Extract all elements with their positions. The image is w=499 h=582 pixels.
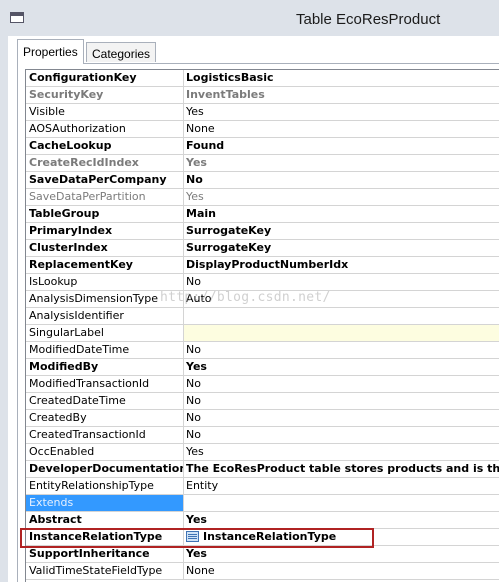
property-row[interactable]: AnalysisIdentifier [26,308,499,325]
property-row[interactable]: ConfigurationKey LogisticsBasic [26,70,499,87]
property-name[interactable]: IsLookup [26,274,184,290]
edt-field-icon [186,531,199,542]
title-bar: Table EcoResProduct [0,0,499,38]
property-row[interactable]: ValidTimeStateFieldType None [26,563,499,580]
property-row[interactable]: SecurityKey InventTables [26,87,499,104]
property-name[interactable]: Visible [26,104,184,120]
property-name[interactable]: CreatedDateTime [26,393,184,409]
property-row[interactable]: CreatedDateTime No [26,393,499,410]
property-value[interactable]: Yes [184,359,499,375]
property-value[interactable]: DisplayProductNumberIdx [184,257,499,273]
property-row[interactable]: SaveDataPerPartition Yes [26,189,499,206]
property-name[interactable]: CacheLookup [26,138,184,154]
tab-properties[interactable]: Properties [17,39,84,64]
property-name[interactable]: ClusterIndex [26,240,184,256]
property-value-text: InstanceRelationType [203,530,337,543]
property-name[interactable]: Extends [26,495,184,511]
window-icon[interactable] [10,12,24,23]
property-name[interactable]: ModifiedDateTime [26,342,184,358]
property-name[interactable]: ModifiedTransactionId [26,376,184,392]
property-row[interactable]: CacheLookup Found [26,138,499,155]
property-row[interactable]: CreateRecIdIndex Yes [26,155,499,172]
property-row[interactable]: ClusterIndex SurrogateKey [26,240,499,257]
property-name[interactable]: EntityRelationshipType [26,478,184,494]
property-name[interactable]: ValidTimeStateFieldType [26,563,184,579]
property-row[interactable]: OccEnabled Yes [26,444,499,461]
property-value[interactable]: No [184,274,499,290]
property-name[interactable]: SingularLabel [26,325,184,341]
property-value[interactable]: InstanceRelationType [184,529,499,545]
property-value[interactable]: No [184,410,499,426]
property-row[interactable]: AnalysisDimensionType Auto [26,291,499,308]
tab-categories[interactable]: Categories [86,42,157,62]
property-value[interactable]: No [184,376,499,392]
property-value[interactable]: Main [184,206,499,222]
property-value[interactable]: None [184,563,499,579]
property-row[interactable]: PrimaryIndex SurrogateKey [26,223,499,240]
property-row[interactable]: SupportInheritance Yes [26,546,499,563]
property-value[interactable]: The EcoResProduct table stores products … [184,461,499,477]
property-name[interactable]: InstanceRelationType [26,529,184,545]
property-row[interactable]: ModifiedBy Yes [26,359,499,376]
property-value[interactable]: Entity [184,478,499,494]
property-row[interactable]: AOSAuthorization None [26,121,499,138]
property-value[interactable]: Auto [184,291,499,307]
property-name[interactable]: SupportInheritance [26,546,184,562]
property-value[interactable]: Yes [184,444,499,460]
property-name[interactable]: CreatedTransactionId [26,427,184,443]
property-name[interactable]: TableGroup [26,206,184,222]
property-value[interactable]: Yes [184,512,499,528]
property-value[interactable]: None [184,121,499,137]
property-name[interactable]: AnalysisDimensionType [26,291,184,307]
property-row[interactable]: Extends [26,495,499,512]
property-row[interactable]: SaveDataPerCompany No [26,172,499,189]
property-value[interactable]: Yes [184,546,499,562]
property-value[interactable] [184,325,499,341]
property-name[interactable]: OccEnabled [26,444,184,460]
tab-strip: Properties Categories [8,36,499,64]
property-row[interactable]: IsLookup No [26,274,499,291]
property-name[interactable]: ReplacementKey [26,257,184,273]
property-row[interactable]: ModifiedTransactionId No [26,376,499,393]
window-title: Table EcoResProduct [296,11,441,28]
property-value[interactable] [184,495,499,511]
property-row[interactable]: Visible Yes [26,104,499,121]
property-value[interactable]: Found [184,138,499,154]
property-row[interactable]: InstanceRelationType InstanceRelationType [26,529,499,546]
property-value[interactable]: Yes [184,189,499,205]
property-name[interactable]: DeveloperDocumentation [26,461,184,477]
property-value[interactable]: No [184,393,499,409]
property-row[interactable]: ReplacementKey DisplayProductNumberIdx [26,257,499,274]
property-name[interactable]: CreatedBy [26,410,184,426]
property-value[interactable]: No [184,172,499,188]
property-value[interactable]: InventTables [184,87,499,103]
property-row[interactable]: TableGroup Main [26,206,499,223]
property-row[interactable]: EntityRelationshipType Entity [26,478,499,495]
property-name[interactable]: AOSAuthorization [26,121,184,137]
property-value[interactable]: SurrogateKey [184,240,499,256]
property-value[interactable]: No [184,427,499,443]
property-grid: ConfigurationKey LogisticsBasic SecurityKe… [25,69,499,582]
property-value[interactable] [184,308,499,324]
property-name[interactable]: PrimaryIndex [26,223,184,239]
property-value[interactable]: Yes [184,104,499,120]
property-value[interactable]: LogisticsBasic [184,70,499,86]
property-row[interactable]: ModifiedDateTime No [26,342,499,359]
property-row[interactable]: SingularLabel [26,325,499,342]
property-row[interactable]: CreatedTransactionId No [26,427,499,444]
property-name[interactable]: CreateRecIdIndex [26,155,184,171]
property-name[interactable]: SaveDataPerPartition [26,189,184,205]
property-row[interactable]: DeveloperDocumentation The EcoResProduct … [26,461,499,478]
property-name[interactable]: SaveDataPerCompany [26,172,184,188]
property-row[interactable]: CreatedBy No [26,410,499,427]
property-row[interactable]: Abstract Yes [26,512,499,529]
property-name[interactable]: SecurityKey [26,87,184,103]
property-name[interactable]: ConfigurationKey [26,70,184,86]
property-value[interactable]: SurrogateKey [184,223,499,239]
property-value[interactable]: Yes [184,155,499,171]
property-name[interactable]: ModifiedBy [26,359,184,375]
property-name[interactable]: AnalysisIdentifier [26,308,184,324]
property-value[interactable]: No [184,342,499,358]
property-name[interactable]: Abstract [26,512,184,528]
